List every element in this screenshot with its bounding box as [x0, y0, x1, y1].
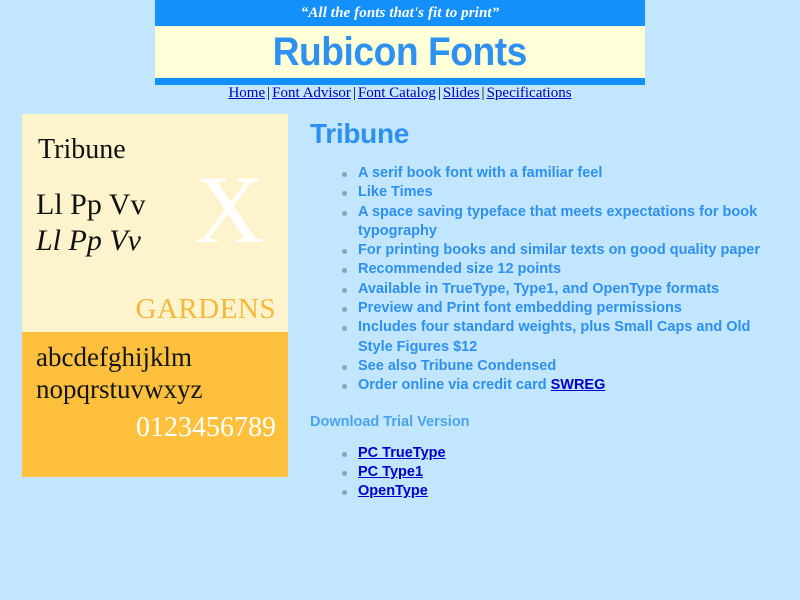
- list-item: A serif book font with a familiar feel: [342, 164, 770, 183]
- feature-text: For printing books and similar texts on …: [358, 242, 761, 259]
- specimen-italic-sample: Ll Pp Vv: [36, 224, 141, 257]
- feature-text: Available in TrueType, Type1, and OpenTy…: [358, 280, 720, 297]
- font-specimen-panel: Tribune Ll Pp Vv Ll Pp Vv X GARDENS abcd…: [22, 114, 288, 477]
- list-item: Like Times: [342, 183, 770, 202]
- page-title: Tribune: [310, 118, 410, 149]
- list-item: For printing books and similar texts on …: [342, 241, 770, 260]
- list-item: A space saving typeface that meets expec…: [342, 203, 770, 242]
- specimen-font-name: Tribune: [38, 134, 126, 165]
- specimen-alphabet-line-1: abcdefghijklm: [36, 342, 192, 372]
- download-section-heading: Download Trial Version: [310, 413, 470, 430]
- feature-text: Includes four standard weights, plus Sma…: [358, 319, 751, 355]
- nav-link-specifications[interactable]: Specifications: [487, 85, 572, 101]
- site-title-banner: Rubicon Fonts: [155, 26, 645, 78]
- feature-text: A serif book font with a familiar feel: [358, 165, 603, 181]
- tagline-banner: “All the fonts that's fit to print”: [155, 0, 645, 26]
- list-item: See also Tribune Condensed: [342, 357, 770, 376]
- list-item: Includes four standard weights, plus Sma…: [342, 318, 770, 357]
- specimen-roman-sample: Ll Pp Vv: [36, 188, 146, 221]
- nav-link-home[interactable]: Home: [228, 85, 265, 101]
- specimen-large-character: X: [194, 156, 264, 263]
- list-item: OpenType: [342, 482, 770, 501]
- list-item: Available in TrueType, Type1, and OpenTy…: [342, 280, 770, 299]
- nav-link-font-advisor[interactable]: Font Advisor: [272, 85, 351, 101]
- download-link-pc-truetype[interactable]: PC TrueType: [358, 445, 446, 461]
- site-title: Rubicon Fonts: [272, 29, 528, 74]
- specimen-digits: 0123456789: [136, 412, 276, 443]
- nav-separator: |: [481, 85, 485, 101]
- main-content: Tribune A serif book font with a familia…: [310, 118, 770, 501]
- specimen-alphabet-line-2: nopqrstuvwxyz: [36, 374, 203, 404]
- download-link-opentype[interactable]: OpenType: [358, 483, 428, 499]
- feature-text: A space saving typeface that meets expec…: [358, 203, 758, 239]
- download-link-pc-type1[interactable]: PC Type1: [358, 464, 423, 480]
- main-navigation: Home | Font Advisor | Font Catalog | Slides | Sp…: [155, 85, 645, 102]
- list-item: Preview and Print font embedding permiss…: [342, 299, 770, 318]
- nav-link-slides[interactable]: Slides: [443, 85, 480, 101]
- feature-text: Preview and Print font embedding permiss…: [358, 300, 682, 317]
- tagline-text: “All the fonts that's fit to print”: [300, 5, 500, 21]
- feature-text: Order online via credit card: [358, 377, 551, 394]
- list-item: Order online via credit card SWREG: [342, 376, 770, 395]
- download-links-list: PC TrueType PC Type1 OpenType: [310, 444, 770, 502]
- list-item: PC TrueType: [342, 444, 770, 463]
- nav-separator: |: [437, 85, 441, 101]
- swreg-order-link[interactable]: SWREG: [551, 377, 606, 393]
- feature-text: Recommended size 12 points: [358, 261, 562, 278]
- specimen-display-word: GARDENS: [135, 293, 276, 325]
- specimen-lower-section: abcdefghijklm nopqrstuvwxyz 0123456789: [22, 332, 288, 477]
- list-item: Recommended size 12 points: [342, 260, 770, 279]
- specimen-upper-section: Tribune Ll Pp Vv Ll Pp Vv X GARDENS: [22, 114, 288, 332]
- nav-link-font-catalog[interactable]: Font Catalog: [358, 85, 436, 101]
- feature-text: See also Tribune Condensed: [358, 357, 557, 374]
- list-item: PC Type1: [342, 463, 770, 482]
- header-divider-bar: [155, 78, 645, 85]
- nav-separator: |: [352, 85, 356, 101]
- font-feature-list: A serif book font with a familiar feel L…: [310, 164, 770, 396]
- site-header: “All the fonts that's fit to print” Rubi…: [155, 0, 645, 85]
- feature-text: Like Times: [358, 184, 433, 201]
